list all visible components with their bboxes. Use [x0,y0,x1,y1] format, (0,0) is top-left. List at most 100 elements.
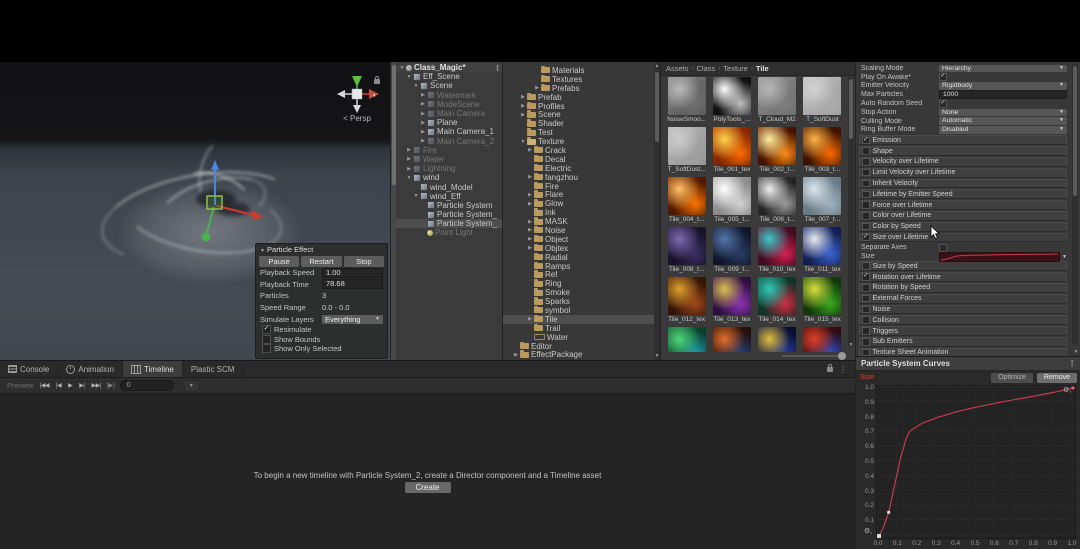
foldout-closed-icon[interactable]: ▶ [526,316,534,322]
curve-chart[interactable] [876,385,1076,539]
play-range-icon[interactable]: [▶] [107,382,115,389]
overlay-input[interactable]: 1.00 [322,268,383,278]
project-tree-item[interactable]: ▶Profiles [503,102,661,111]
asset-thumbnail[interactable]: Tile_004_t... [665,177,709,227]
module-header-rotation-by-speed[interactable]: Rotation by Speed [859,283,1067,293]
module-checkbox[interactable] [862,223,870,231]
project-tree-item[interactable]: ▶Noise [503,226,661,235]
foldout-open-icon[interactable]: ▼ [519,139,527,145]
asset-thumbnail[interactable]: T_SoftDust [800,77,844,127]
module-header-external-forces[interactable]: External Forces [859,294,1067,304]
property-checkbox[interactable]: ✓ [939,73,947,81]
item-menu-icon[interactable]: ⋮ [494,64,501,72]
project-tree-item[interactable]: Fire [503,182,661,191]
foldout-closed-icon[interactable]: ▶ [526,147,534,153]
module-checkbox[interactable]: ✓ [862,137,870,145]
asset-thumbnail[interactable]: Tile_008_t... [665,227,709,277]
project-tree-item[interactable]: ▶Objtex [503,244,661,253]
breadcrumb-item[interactable]: Texture [723,64,748,73]
foldout-closed-icon[interactable]: ▶ [419,111,427,117]
inspector-scrollbar-thumb[interactable] [1073,66,1077,196]
module-header-color-by-speed[interactable]: Color by Speed [859,222,1067,232]
size-curve[interactable] [877,386,1075,538]
foldout-closed-icon[interactable]: ▶ [526,245,534,251]
project-tree-item[interactable]: ▶Flare [503,190,661,199]
foldout-closed-icon[interactable]: ▶ [533,85,541,91]
asset-thumbnail[interactable] [710,327,754,352]
project-tree-item[interactable]: Test [503,128,661,137]
checkbox[interactable] [262,344,271,353]
asset-thumbnail[interactable]: Tile_007_t... [800,177,844,227]
asset-thumbnail[interactable]: T_Cloud_M2 [755,77,799,127]
asset-thumbnail[interactable]: Tile_003_t... [800,127,844,177]
collapse-arrow-icon[interactable]: ▼ [260,248,265,254]
hierarchy-scrollbar-thumb[interactable] [392,65,396,185]
foldout-closed-icon[interactable]: ▶ [405,166,413,172]
project-tree-item[interactable]: Water [503,333,661,342]
foldout-open-icon[interactable]: ▼ [412,193,420,199]
property-dropdown[interactable]: Rigidbody▼ [939,82,1067,90]
asset-thumbnail[interactable]: Tile_002_t... [755,127,799,177]
checkbox[interactable]: ✓ [262,325,271,334]
inspector-scroll-down-icon[interactable]: ▼ [1073,349,1079,355]
asset-thumbnail[interactable]: Tile_006_t... [755,177,799,227]
module-checkbox[interactable] [862,349,870,356]
hierarchy-item[interactable]: ▶Plane [396,118,503,127]
module-checkbox[interactable] [862,338,870,346]
module-header-collision[interactable]: Collision [859,315,1067,325]
asset-thumbnail[interactable]: Tile_014_tex [755,277,799,327]
project-tree-item[interactable]: Ink [503,208,661,217]
transport-button[interactable]: |◀◀ [39,382,50,389]
module-header-triggers[interactable]: Triggers [859,326,1067,336]
property-dropdown[interactable]: Automatic▼ [939,117,1067,125]
pause-button[interactable]: Pause [259,256,299,267]
foldout-open-icon[interactable]: ▼ [412,83,420,89]
hierarchy-item[interactable]: ▶Main Camera [396,109,503,118]
module-header-velocity-over-lifetime[interactable]: Velocity over Lifetime [859,157,1067,167]
breadcrumb-item[interactable]: Tile [756,64,769,73]
perspective-label[interactable]: < Persp [328,114,386,123]
hierarchy-item[interactable]: ▶Water [396,155,503,164]
asset-thumbnail[interactable]: Tile_010_tex [755,227,799,277]
panel-menu-icon[interactable]: ⋮ [839,365,847,374]
hierarchy-item[interactable]: Point Light [396,228,503,237]
foldout-open-icon[interactable]: ▼ [405,74,413,80]
project-tree-item[interactable]: ▶fangzhou [503,173,661,182]
asset-thumbnail[interactable]: Tile_015_tex [800,277,844,327]
module-header-rotation-over-lifetime[interactable]: ✓Rotation over Lifetime [859,272,1067,282]
project-tree-item[interactable]: Radial [503,253,661,262]
foldout-closed-icon[interactable]: ▶ [419,138,427,144]
module-header-color-over-lifetime[interactable]: Color over Lifetime [859,211,1067,221]
property-checkbox[interactable]: ✓ [939,100,947,108]
project-tree-item[interactable]: ▶Prefab [503,93,661,102]
module-checkbox[interactable]: ✓ [862,234,870,242]
module-checkbox[interactable] [862,158,870,166]
foldout-closed-icon[interactable]: ▶ [512,352,520,358]
asset-thumbnail[interactable] [800,327,844,352]
project-tree-item[interactable]: Textures [503,75,661,84]
module-checkbox[interactable] [862,295,870,303]
project-tree-item[interactable]: Shader [503,119,661,128]
separate-axes-checkbox[interactable] [939,244,947,252]
curve-name-tag[interactable]: Size [860,374,874,381]
project-tree-item[interactable]: ▶Tile [503,315,661,324]
tab-animation[interactable]: Animation [58,361,123,377]
asset-thumbnail[interactable]: Tile_005_t... [710,177,754,227]
asset-thumbnail[interactable]: Tile_009_t... [710,227,754,277]
hierarchy-item[interactable]: ▶Main Camera_1 [396,127,503,136]
foldout-closed-icon[interactable]: ▶ [526,236,534,242]
hierarchy-item[interactable]: ▼Class_Magic*⋮ [396,63,503,72]
asset-thumbnail[interactable]: Tile_012_tex [665,277,709,327]
grid-scrollbar-thumb[interactable] [849,79,853,139]
asset-thumbnail[interactable] [665,327,709,352]
module-checkbox[interactable] [862,212,870,220]
project-tree-item[interactable]: ▶Scene [503,110,661,119]
preview-button[interactable]: Preview [7,381,34,390]
property-dropdown[interactable]: Disabled▼ [939,126,1067,134]
property-dropdown[interactable]: Hierarchy▼ [939,65,1067,73]
module-checkbox[interactable] [862,306,870,314]
hierarchy-item[interactable]: ▼Eff_Scene [396,72,503,81]
project-tree-item[interactable]: Ramps [503,262,661,271]
tab-timeline[interactable]: Timeline [123,361,183,377]
module-header-force-over-lifetime[interactable]: Force over Lifetime [859,200,1067,210]
